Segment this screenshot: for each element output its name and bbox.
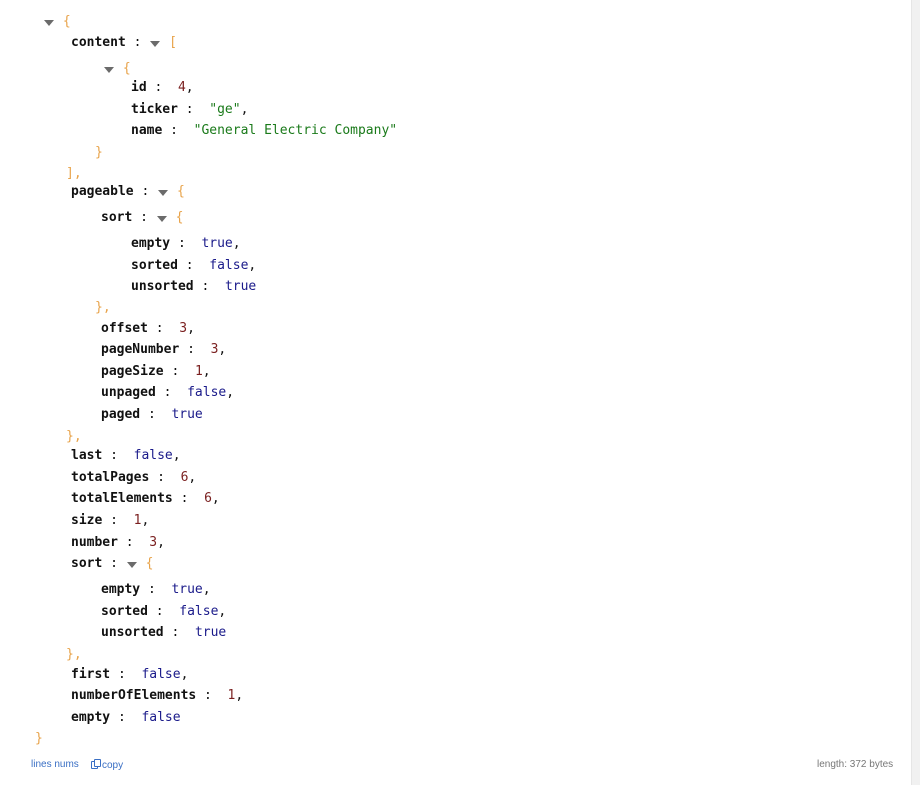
copy-icon xyxy=(91,759,101,769)
close-bracket: ], xyxy=(66,166,82,181)
pageable-row: pageable : { xyxy=(71,184,185,200)
content-row: content : [ xyxy=(71,35,177,51)
close-brace: }, xyxy=(66,429,82,444)
json-pair: offset : 3, xyxy=(101,321,195,336)
json-pair: empty : true, xyxy=(101,582,211,597)
json-pair: numberOfElements : 1, xyxy=(71,688,244,703)
lines-nums-link[interactable]: lines nums xyxy=(31,759,79,770)
json-pair: totalElements : 6, xyxy=(71,491,220,506)
json-pair: ticker : "ge", xyxy=(131,102,249,117)
json-pair: empty : false xyxy=(71,710,181,725)
json-pair: pageNumber : 3, xyxy=(101,342,227,357)
length-indicator: length: 372 bytes xyxy=(817,759,894,770)
json-pair: unpaged : false, xyxy=(101,385,235,400)
json-pair: size : 1, xyxy=(71,513,150,528)
json-pair: name : "General Electric Company" xyxy=(131,123,398,138)
caret-down-icon[interactable] xyxy=(149,35,161,51)
json-pair: paged : true xyxy=(101,407,203,422)
json-pair: first : false, xyxy=(71,667,189,682)
json-pair: pageSize : 1, xyxy=(101,364,211,379)
json-pair: sorted : false, xyxy=(131,258,257,273)
json-pair: sorted : false, xyxy=(101,604,227,619)
json-pair: number : 3, xyxy=(71,535,165,550)
json-key: content xyxy=(71,35,126,50)
caret-down-icon[interactable] xyxy=(103,61,115,77)
close-brace: } xyxy=(35,731,43,746)
root-object-row: { xyxy=(43,14,71,30)
json-pair: empty : true, xyxy=(131,236,241,251)
json-pair: totalPages : 6, xyxy=(71,470,197,485)
caret-down-icon[interactable] xyxy=(156,210,168,226)
sort-row: sort : { xyxy=(71,556,154,572)
json-pair: unsorted : true xyxy=(101,625,227,640)
caret-down-icon[interactable] xyxy=(43,14,55,30)
pageable-sort-row: sort : { xyxy=(101,210,184,226)
vertical-scrollbar[interactable] xyxy=(911,0,920,785)
content-item-row: { xyxy=(103,61,131,77)
copy-link[interactable]: copy xyxy=(91,759,123,771)
json-pair: last : false, xyxy=(71,448,181,463)
json-pair: unsorted : true xyxy=(131,279,257,294)
close-brace: }, xyxy=(66,647,82,662)
close-brace: } xyxy=(95,145,103,160)
json-pair: id : 4, xyxy=(131,80,194,95)
caret-down-icon[interactable] xyxy=(126,556,138,572)
caret-down-icon[interactable] xyxy=(157,184,169,200)
close-brace: }, xyxy=(95,300,111,315)
